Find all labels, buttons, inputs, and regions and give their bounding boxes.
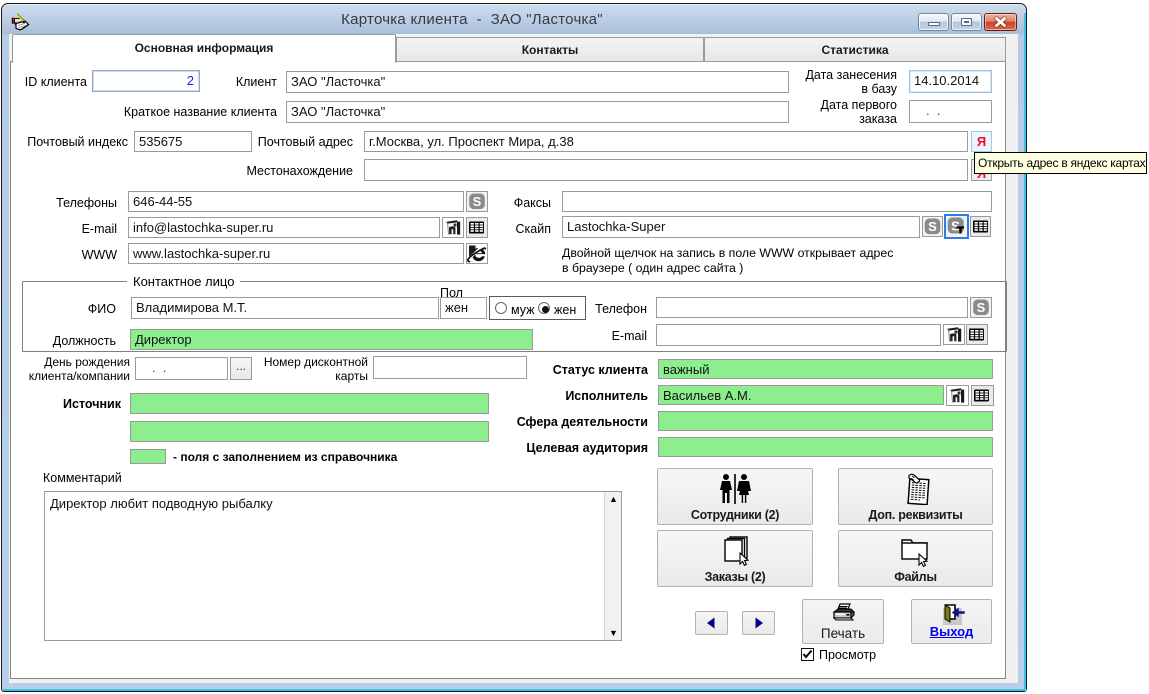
svg-text:S: S	[977, 300, 986, 315]
svg-text:S: S	[928, 219, 937, 234]
svg-text:S: S	[473, 194, 482, 209]
svg-text:S: S	[951, 219, 960, 234]
